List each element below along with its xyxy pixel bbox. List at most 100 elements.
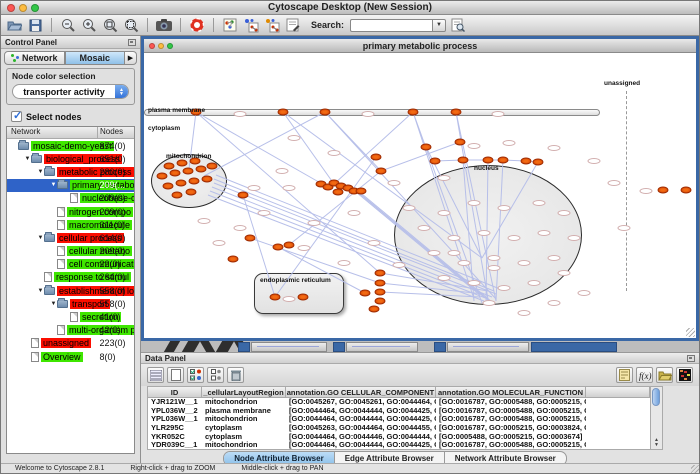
table-row[interactable]: YPL036W__1mitochondrion[GO:0044464, GO:0…: [148, 415, 650, 424]
network-node[interactable]: [196, 166, 207, 173]
background-window-icon[interactable]: [434, 342, 446, 352]
table-row[interactable]: YKR052Ccytoplasm[GO:0044464, GO:0044446,…: [148, 433, 650, 442]
network-node[interactable]: [375, 298, 386, 305]
network-node[interactable]: [521, 158, 532, 165]
new-attribute-icon[interactable]: [167, 367, 184, 383]
network-edge[interactable]: [496, 160, 503, 301]
table-column-header[interactable]: ID: [148, 387, 202, 397]
node-color-combo[interactable]: transporter activity ▲▼: [12, 84, 129, 99]
table-column-header[interactable]: annotation.GO MOLECULAR_FUNCTION: [436, 387, 586, 397]
network-node[interactable]: [170, 170, 181, 177]
label-icon[interactable]: [616, 367, 633, 383]
tree-expander-icon[interactable]: ▼: [37, 169, 44, 175]
search-input[interactable]: [350, 19, 432, 32]
layout-nodes-icon[interactable]: [242, 17, 260, 34]
matrix-icon[interactable]: [676, 367, 693, 383]
network-tree-row[interactable]: macromolecule311(0): [7, 218, 134, 231]
network-node[interactable]: [681, 187, 692, 194]
save-icon[interactable]: [26, 17, 44, 34]
network-node[interactable]: [451, 109, 462, 116]
network-node[interactable]: [458, 157, 469, 164]
unselect-attributes-icon[interactable]: [207, 367, 224, 383]
annotation-icon[interactable]: [284, 17, 302, 34]
function-builder-icon[interactable]: f(x): [636, 367, 653, 383]
network-tree-row[interactable]: cell communicat22(0): [7, 258, 134, 271]
background-window-icon[interactable]: [333, 342, 345, 352]
tree-expander-icon[interactable]: ▼: [50, 301, 57, 307]
network-tree-row[interactable]: ▼cellular process614(0): [7, 231, 134, 244]
enhanced-search-icon[interactable]: [449, 17, 467, 34]
import-attributes-icon[interactable]: [656, 367, 673, 383]
network-edge[interactable]: [283, 112, 334, 184]
tree-expander-icon[interactable]: ▼: [50, 182, 57, 188]
network-node[interactable]: [658, 187, 669, 194]
network-node[interactable]: [375, 289, 386, 296]
background-window-icon[interactable]: [238, 342, 250, 352]
zoom-in-icon[interactable]: [80, 17, 98, 34]
table-row[interactable]: YLR295Ccytoplasm[GO:0045263, GO:0044464,…: [148, 424, 650, 433]
tree-expander-icon[interactable]: ▼: [37, 235, 44, 241]
network-edge[interactable]: [204, 112, 325, 176]
search-dropdown-icon[interactable]: ▼: [432, 19, 446, 32]
network-node[interactable]: [163, 183, 174, 190]
network-tree-row[interactable]: unassigned223(0): [7, 337, 134, 350]
tree-expander-icon[interactable]: ▼: [24, 156, 31, 162]
network-node[interactable]: [455, 139, 466, 146]
network-node[interactable]: [278, 109, 289, 116]
network-node[interactable]: [189, 178, 200, 185]
table-row[interactable]: YJR121W__1mitochondrion[GO:0045267, GO:0…: [148, 398, 650, 407]
zoom-out-icon[interactable]: [59, 17, 77, 34]
table-column-header[interactable]: annotation.GO CELLULAR_COMPONENT: [286, 387, 436, 397]
network-tree-row[interactable]: nitrogen compo209(0): [7, 205, 134, 218]
background-window-1[interactable]: [251, 342, 327, 352]
network-tree-row[interactable]: ▼biological_process651(0): [7, 152, 134, 165]
background-window-2[interactable]: [346, 342, 418, 352]
zoom-selected-icon[interactable]: [122, 17, 140, 34]
tree-column-nodes[interactable]: Nodes: [98, 127, 134, 138]
network-node[interactable]: [164, 163, 175, 170]
network-edge[interactable]: [380, 292, 480, 297]
network-node[interactable]: [298, 294, 309, 301]
network-node[interactable]: [202, 176, 213, 183]
network-canvas[interactable]: plasma membranecytoplasmmitochondrionnuc…: [144, 53, 696, 338]
network-node[interactable]: [371, 154, 382, 161]
network-node[interactable]: [375, 270, 386, 277]
network-node[interactable]: [177, 160, 188, 167]
tab-overflow-icon[interactable]: ▶: [125, 51, 137, 65]
network-node[interactable]: [376, 168, 387, 175]
network-node[interactable]: [369, 306, 380, 313]
tree-expander-icon[interactable]: ▼: [37, 288, 44, 294]
network-node[interactable]: [375, 280, 386, 287]
table-row[interactable]: YPL036W__2plasma membrane[GO:0044464, GO…: [148, 407, 650, 416]
network-node[interactable]: [408, 109, 419, 116]
network-node[interactable]: [245, 235, 256, 242]
table-column-header[interactable]: _cellularLayoutRegion: [202, 387, 286, 397]
network-edge[interactable]: [334, 112, 413, 184]
float-panel-icon[interactable]: [128, 39, 136, 46]
table-column-header[interactable]: [586, 387, 650, 397]
select-nodes-checkbox[interactable]: [11, 111, 22, 122]
network-node[interactable]: [186, 189, 197, 196]
layout-edges-icon[interactable]: [263, 17, 281, 34]
network-node[interactable]: [498, 157, 509, 164]
delete-attribute-icon[interactable]: [227, 367, 244, 383]
network-node[interactable]: [421, 144, 432, 151]
background-window-3[interactable]: [447, 342, 529, 352]
network-edge[interactable]: [482, 162, 538, 258]
background-window-4[interactable]: [531, 342, 617, 352]
tab-network[interactable]: Network: [4, 51, 65, 65]
network-node[interactable]: [270, 294, 281, 301]
network-node[interactable]: [207, 163, 218, 170]
network-node[interactable]: [533, 159, 544, 166]
network-tree-row[interactable]: ▼transport558(0): [7, 297, 134, 310]
network-tree-row[interactable]: nucleobase-c209(0): [7, 192, 134, 205]
network-node[interactable]: [356, 188, 367, 195]
network-node[interactable]: [228, 256, 239, 263]
network-node[interactable]: [183, 168, 194, 175]
network-tree-row[interactable]: ▼metabolic process280(0): [7, 165, 134, 178]
select-attributes-icon[interactable]: [187, 367, 204, 383]
network-tree-row[interactable]: ▼establishment of lo558(0): [7, 284, 134, 297]
network-edge[interactable]: [278, 247, 365, 293]
window-resize-grip[interactable]: [691, 465, 699, 473]
network-edge[interactable]: [212, 187, 492, 297]
